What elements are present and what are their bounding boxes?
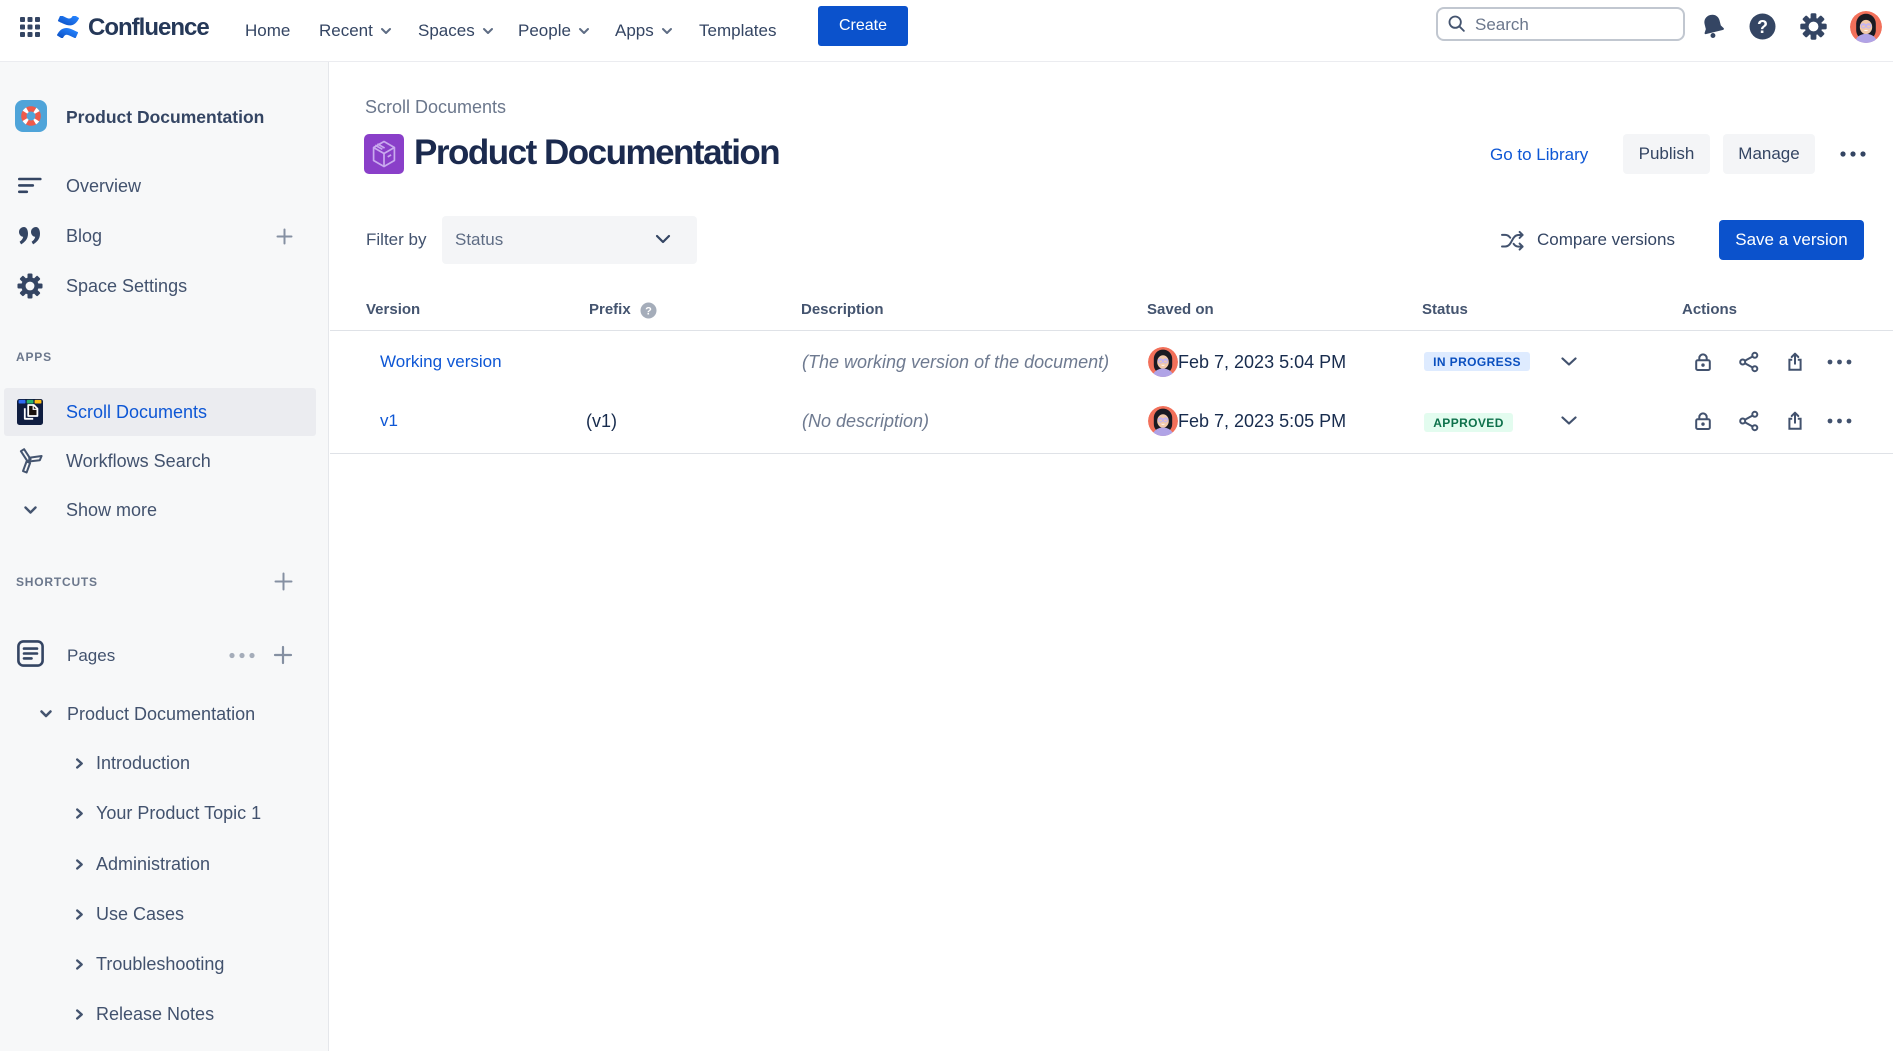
svg-text:?: ? xyxy=(645,305,652,317)
svg-text:?: ? xyxy=(1757,17,1768,37)
